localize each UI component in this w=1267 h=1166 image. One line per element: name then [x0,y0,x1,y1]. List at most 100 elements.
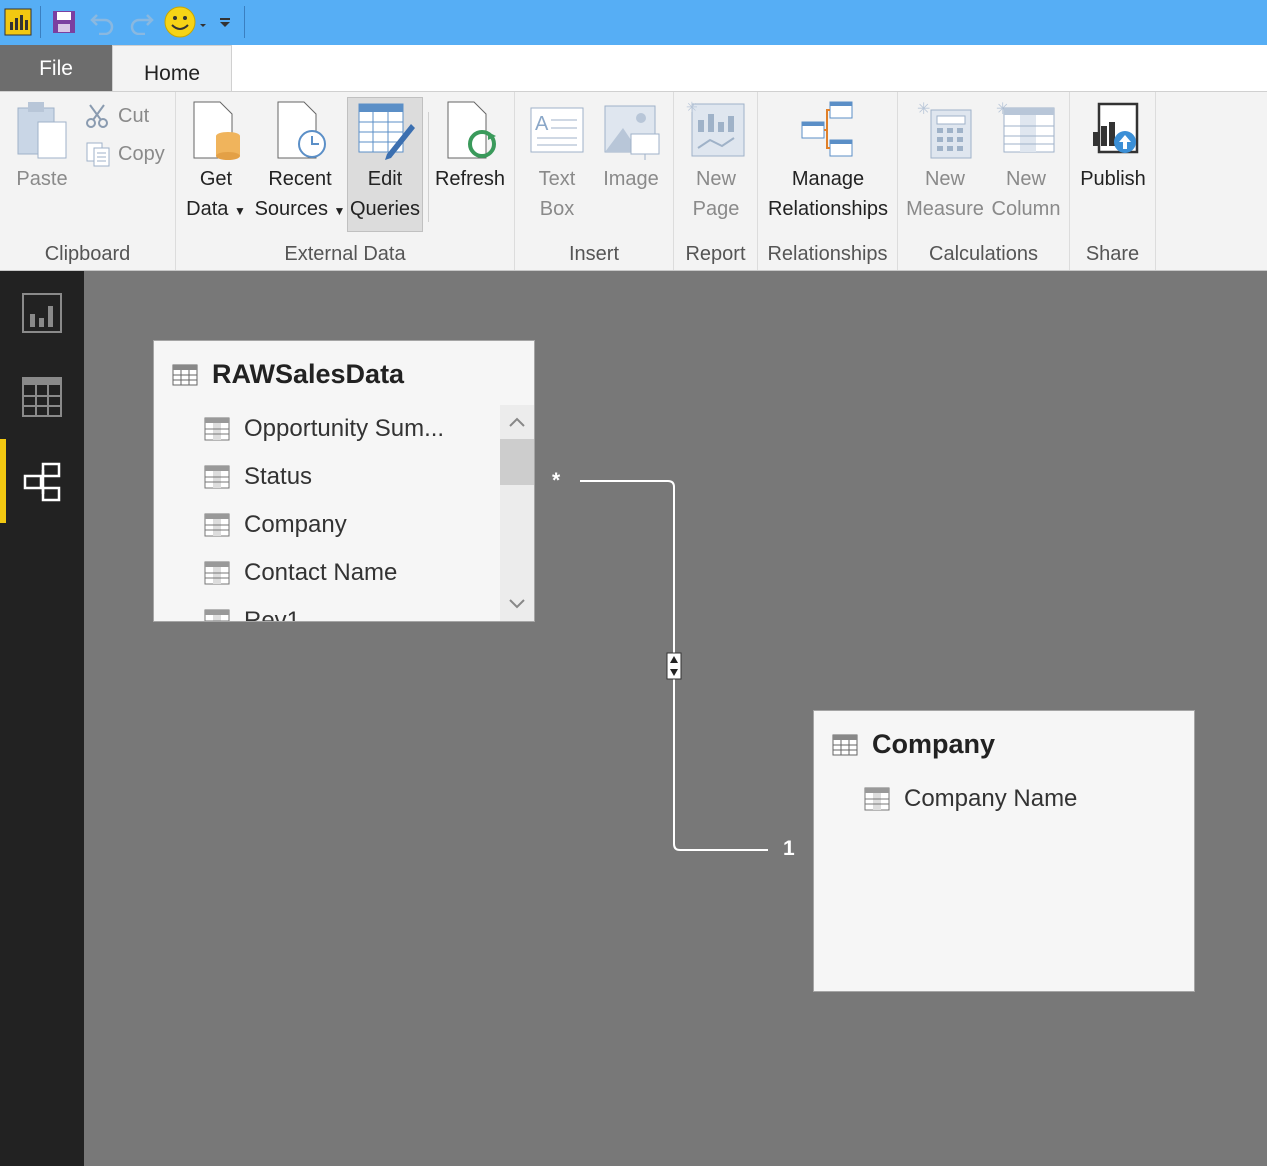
group-share: Publish Share [1070,92,1156,270]
table-card-company[interactable]: Company Company Name [813,710,1195,992]
title-bar [0,0,1267,45]
table-title: Company [832,729,995,760]
redo-icon[interactable] [124,4,158,40]
text-box-button[interactable]: A Text Box [521,98,593,224]
group-insert: A Text Box Image Insert [515,92,674,270]
new-column-icon: ✳ [996,101,1055,153]
column-icon [204,417,230,441]
group-calculations: ✳ New Measure ✳ New Column Calculations [898,92,1070,270]
copy-label: Copy [118,142,165,165]
group-label-external-data: External Data [284,243,406,265]
scroll-thumb[interactable] [500,439,534,485]
cut-button[interactable]: Cut [84,102,149,130]
relationship-many-marker: * [552,469,561,492]
column-icon [204,513,230,537]
relationship-one-marker: 1 [783,837,795,860]
manage-relationships-button[interactable]: Manage Relationships [762,98,894,224]
new-measure-icon: ✳ [917,101,972,159]
new-column-label-1: New [1005,168,1046,190]
column-icon [204,561,230,585]
svg-text:✳: ✳ [917,101,930,118]
column-icon [204,465,230,489]
chevron-down-icon: ▼ [233,204,246,218]
qat-separator [40,6,41,38]
paste-label: Paste [16,168,68,190]
paste-button[interactable]: Paste [10,98,74,194]
edit-queries-label-1: Edit [367,168,403,190]
refresh-button[interactable]: Refresh [432,98,508,194]
refresh-icon [447,101,496,159]
undo-icon[interactable] [86,4,120,40]
field-item[interactable]: Opportunity Sum... [204,415,444,443]
field-item[interactable]: Company [204,511,347,539]
image-label: Image [603,168,659,190]
group-label-share: Share [1085,243,1140,265]
publish-icon [1093,102,1139,154]
image-icon [604,105,660,160]
ribbon: Paste Cut Copy Clipboard Get Data ▼ Rece… [0,91,1267,271]
field-label: Company Name [904,785,1078,812]
new-column-button[interactable]: ✳ New Column [990,98,1062,224]
new-page-icon: ✳ [686,99,745,157]
new-page-button[interactable]: ✳ New Page [680,98,752,224]
relationships-canvas[interactable]: * 1 RAWSalesData Opportunity Sum... Stat… [84,271,1267,1166]
svg-text:✳: ✳ [686,99,698,115]
save-icon[interactable] [48,4,80,40]
group-report: ✳ New Page Report [674,92,758,270]
field-item[interactable]: Company Name [864,785,1077,813]
tab-home[interactable]: Home [112,45,232,93]
relationships-view-icon[interactable] [0,439,84,523]
recent-label-1: Recent [268,168,332,190]
group-clipboard: Paste Cut Copy Clipboard [0,92,176,270]
copy-icon [86,142,110,167]
data-view-icon[interactable] [0,355,84,439]
smiley-feedback-icon[interactable] [162,4,210,40]
manage-label-1: Manage [791,168,865,190]
svg-text:A: A [535,113,549,135]
field-item[interactable]: Status [204,463,312,491]
group-external-data: Get Data ▼ Recent Sources ▼ Edit Queries… [176,92,515,270]
paste-icon [17,102,67,159]
table-icon [832,734,858,755]
new-measure-button[interactable]: ✳ New Measure [902,98,988,224]
text-box-label-2: Box [539,198,575,220]
view-navigation [0,271,84,1166]
new-measure-label-1: New [924,168,965,190]
field-label: Contact Name [244,559,398,586]
copy-button[interactable]: Copy [84,140,165,168]
report-view-icon[interactable] [0,271,84,355]
table-title: RAWSalesData [172,359,404,390]
field-label: Company [244,511,347,538]
table-card-rawsalesdata[interactable]: RAWSalesData Opportunity Sum... Status C… [153,340,535,622]
cut-label: Cut [118,104,150,127]
field-item[interactable]: Rev1 [204,607,300,621]
new-column-label-2: Column [991,198,1061,220]
publish-button[interactable]: Publish [1074,98,1152,194]
text-box-label-1: Text [538,168,576,190]
table-title-text: Company [872,729,996,759]
table-title-text: RAWSalesData [212,359,405,389]
field-label: Opportunity Sum... [244,415,445,442]
new-page-label-2: Page [692,198,740,220]
field-item[interactable]: Contact Name [204,559,397,587]
tab-file[interactable]: File [0,45,112,92]
new-page-label-1: New [695,168,736,190]
ribbon-separator [428,112,429,222]
group-relationships: Manage Relationships Relationships [758,92,898,270]
field-list: Opportunity Sum... Status Company Contac… [154,405,500,621]
new-measure-label-2: Measure [906,198,984,220]
vertical-scrollbar[interactable] [500,405,534,621]
image-button[interactable]: Image [595,98,667,194]
edit-queries-button[interactable]: Edit Queries [347,97,423,232]
column-icon [204,609,230,621]
field-label: Status [244,463,313,490]
qat-separator [244,6,245,38]
recent-sources-icon [277,101,326,159]
recent-sources-button[interactable]: Recent Sources ▼ [254,98,346,226]
chevron-down-icon: ▼ [333,204,346,218]
get-data-button[interactable]: Get Data ▼ [182,98,250,226]
scroll-up-icon[interactable] [500,405,534,439]
scroll-down-icon[interactable] [500,587,534,621]
powerbi-logo-icon[interactable] [2,4,34,40]
customize-dropdown-icon[interactable] [212,4,238,40]
